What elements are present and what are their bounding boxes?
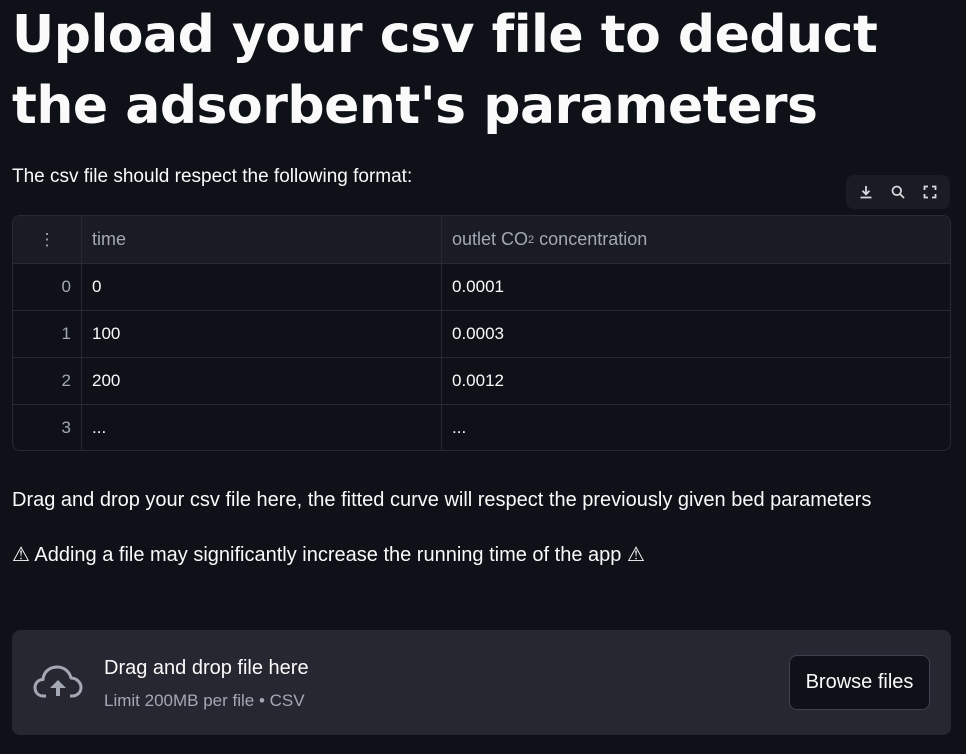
cell-conc[interactable]: 0.0012 xyxy=(442,358,950,404)
cell-time[interactable]: 0 xyxy=(82,264,442,310)
browse-files-button[interactable]: Browse files xyxy=(789,655,930,710)
cell-time[interactable]: ... xyxy=(82,405,442,450)
cell-conc[interactable]: 0.0001 xyxy=(442,264,950,310)
cell-time[interactable]: 200 xyxy=(82,358,442,404)
page-title: Upload your csv file to deduct the adsor… xyxy=(12,5,878,136)
app-page: Upload your csv file to deduct the adsor… xyxy=(0,0,966,754)
cell-conc[interactable]: 0.0003 xyxy=(442,311,950,357)
warning-text: ⚠ Adding a file may significantly increa… xyxy=(12,544,645,566)
cell-time[interactable]: 100 xyxy=(82,311,442,357)
data-table[interactable]: ⋮ time outlet CO 2 concentration 0 0 0.00… xyxy=(12,215,951,451)
cloud-upload-icon xyxy=(32,660,84,704)
file-uploader-dropzone[interactable]: Drag and drop file here Limit 200MB per … xyxy=(12,630,951,735)
uploader-title: Drag and drop file here xyxy=(104,657,309,679)
cell-conc[interactable]: ... xyxy=(442,405,950,450)
column-header-time[interactable]: time xyxy=(82,216,442,263)
search-icon[interactable] xyxy=(886,180,910,204)
table-row: 3 ... ... xyxy=(13,405,950,450)
row-index: 1 xyxy=(13,311,82,357)
row-index: 2 xyxy=(13,358,82,404)
row-index: 0 xyxy=(13,264,82,310)
table-header-row: ⋮ time outlet CO 2 concentration xyxy=(13,216,950,264)
download-icon[interactable] xyxy=(854,180,878,204)
table-row: 1 100 0.0003 xyxy=(13,311,950,358)
column-header-conc-prefix: outlet CO xyxy=(452,229,529,249)
row-index: 3 xyxy=(13,405,82,450)
column-header-outlet-co2[interactable]: outlet CO 2 concentration xyxy=(442,216,950,263)
index-column-menu[interactable]: ⋮ xyxy=(13,216,82,263)
column-header-conc-suffix: concentration xyxy=(534,229,648,249)
dataframe-toolbar xyxy=(846,175,950,209)
table-row: 0 0 0.0001 xyxy=(13,264,950,311)
uploader-limit-text: Limit 200MB per file • CSV xyxy=(104,691,305,710)
table-row: 2 200 0.0012 xyxy=(13,358,950,405)
format-intro-text: The csv file should respect the followin… xyxy=(12,166,413,187)
drag-instructions-text: Drag and drop your csv file here, the fi… xyxy=(12,489,872,511)
fullscreen-icon[interactable] xyxy=(918,180,942,204)
